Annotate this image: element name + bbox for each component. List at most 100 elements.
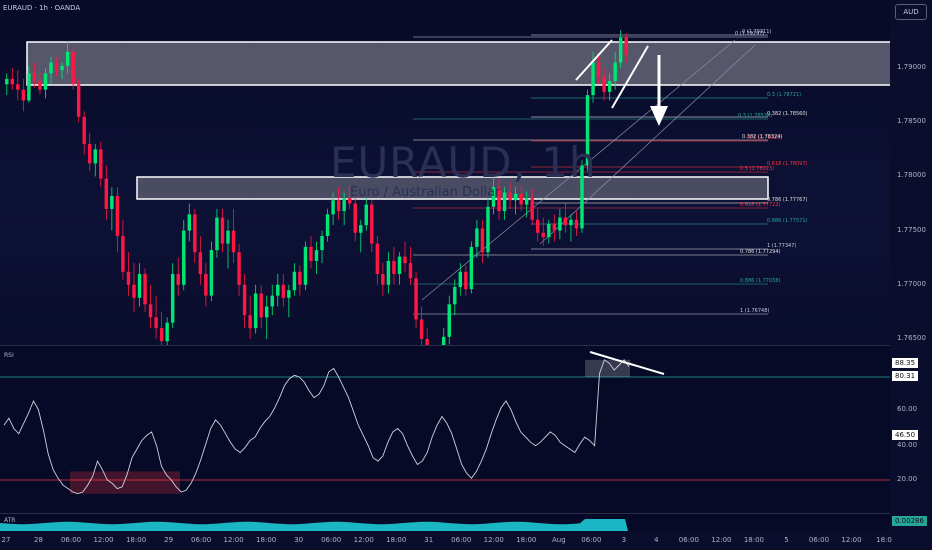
candle-body[interactable] <box>76 84 81 117</box>
candle-body[interactable] <box>38 81 42 90</box>
candle-body[interactable] <box>82 116 86 144</box>
candle-body[interactable] <box>287 290 291 298</box>
candle-body[interactable] <box>204 273 208 296</box>
candle-body[interactable] <box>21 89 26 101</box>
candle-body[interactable] <box>381 273 385 285</box>
candle-body[interactable] <box>519 193 523 205</box>
candle-body[interactable] <box>265 306 269 318</box>
candle-body[interactable] <box>292 271 297 291</box>
candle-body[interactable] <box>558 217 562 231</box>
candle-body[interactable] <box>137 273 142 298</box>
candle-body[interactable] <box>182 230 186 285</box>
candle-body[interactable] <box>486 206 490 253</box>
candle-body[interactable] <box>93 149 97 164</box>
price-axis[interactable] <box>890 0 932 531</box>
candle-body[interactable] <box>618 37 623 63</box>
candle-body[interactable] <box>154 317 158 329</box>
candle-body[interactable] <box>309 246 313 261</box>
candle-body[interactable] <box>65 51 70 66</box>
candle-body[interactable] <box>54 62 59 71</box>
candle-body[interactable] <box>143 273 147 305</box>
atr-pane[interactable] <box>0 514 890 531</box>
candle-body[interactable] <box>502 192 507 212</box>
candle-body[interactable] <box>5 78 9 85</box>
candle-body[interactable] <box>320 236 324 251</box>
candle-body[interactable] <box>148 304 153 318</box>
candle-body[interactable] <box>193 214 197 253</box>
candle-body[interactable] <box>370 204 374 244</box>
candle-body[interactable] <box>392 260 396 274</box>
candle-body[interactable] <box>574 219 579 229</box>
candle-body[interactable] <box>248 315 252 329</box>
candle-body[interactable] <box>298 271 302 285</box>
rsi-pane[interactable] <box>0 346 890 513</box>
candle-body[interactable] <box>607 81 612 92</box>
candle-body[interactable] <box>541 232 545 238</box>
candle-body[interactable] <box>524 198 529 205</box>
candle-body[interactable] <box>336 200 341 212</box>
candle-body[interactable] <box>408 263 413 279</box>
candle-body[interactable] <box>447 304 451 337</box>
candle-body[interactable] <box>242 284 247 316</box>
candle-body[interactable] <box>513 193 518 201</box>
candle-body[interactable] <box>215 217 219 251</box>
candle-body[interactable] <box>613 62 617 82</box>
candle-body[interactable] <box>276 284 280 296</box>
candle-body[interactable] <box>547 224 551 238</box>
candle-body[interactable] <box>602 76 606 92</box>
candle-body[interactable] <box>624 37 628 55</box>
candle-body[interactable] <box>231 230 236 253</box>
candle-body[interactable] <box>88 143 92 164</box>
candle-body[interactable] <box>159 328 164 342</box>
candle-body[interactable] <box>414 278 418 320</box>
candle-body[interactable] <box>375 243 380 274</box>
candle-body[interactable] <box>453 286 457 305</box>
candle-body[interactable] <box>32 73 37 82</box>
candle-body[interactable] <box>16 84 20 90</box>
candle-body[interactable] <box>115 195 120 237</box>
candle-body[interactable] <box>220 217 225 244</box>
candle-body[interactable] <box>281 284 286 298</box>
candle-body[interactable] <box>480 228 485 253</box>
candle-body[interactable] <box>198 252 203 274</box>
candle-body[interactable] <box>60 65 64 71</box>
candle-body[interactable] <box>132 284 136 298</box>
candle-body[interactable] <box>458 271 463 287</box>
candle-body[interactable] <box>226 230 230 244</box>
candle-body[interactable] <box>325 214 330 237</box>
candle-body[interactable] <box>170 273 175 323</box>
candle-body[interactable] <box>536 219 540 233</box>
candle-body[interactable] <box>110 195 114 209</box>
candle-body[interactable] <box>596 62 601 77</box>
candle-body[interactable] <box>475 228 479 247</box>
candle-body[interactable] <box>104 178 109 209</box>
candle-body[interactable] <box>314 250 319 261</box>
candle-body[interactable] <box>176 273 180 285</box>
candle-body[interactable] <box>530 198 534 220</box>
candle-body[interactable] <box>552 224 557 231</box>
candle-body[interactable] <box>237 252 241 285</box>
candle-body[interactable] <box>464 271 468 290</box>
candle-body[interactable] <box>508 192 512 201</box>
candle-body[interactable] <box>165 322 169 342</box>
candle-body[interactable] <box>353 203 357 233</box>
candle-body[interactable] <box>121 236 125 272</box>
candle-body[interactable] <box>27 73 31 101</box>
candle-body[interactable] <box>209 250 214 296</box>
candle-body[interactable] <box>99 149 103 179</box>
candle-body[interactable] <box>386 260 391 285</box>
candle-body[interactable] <box>469 246 474 290</box>
candle-body[interactable] <box>43 73 48 90</box>
resistance-zone[interactable] <box>26 41 890 86</box>
candle-body[interactable] <box>331 200 335 215</box>
candle-body[interactable] <box>71 51 75 85</box>
candle-body[interactable] <box>563 217 568 226</box>
candle-body[interactable] <box>342 198 346 212</box>
candle-body[interactable] <box>441 336 446 345</box>
candle-body[interactable] <box>359 225 363 233</box>
candle-body[interactable] <box>10 78 15 85</box>
candle-body[interactable] <box>569 219 573 226</box>
candle-body[interactable] <box>270 295 274 307</box>
candle-body[interactable] <box>403 256 407 264</box>
candle-body[interactable] <box>303 246 308 285</box>
